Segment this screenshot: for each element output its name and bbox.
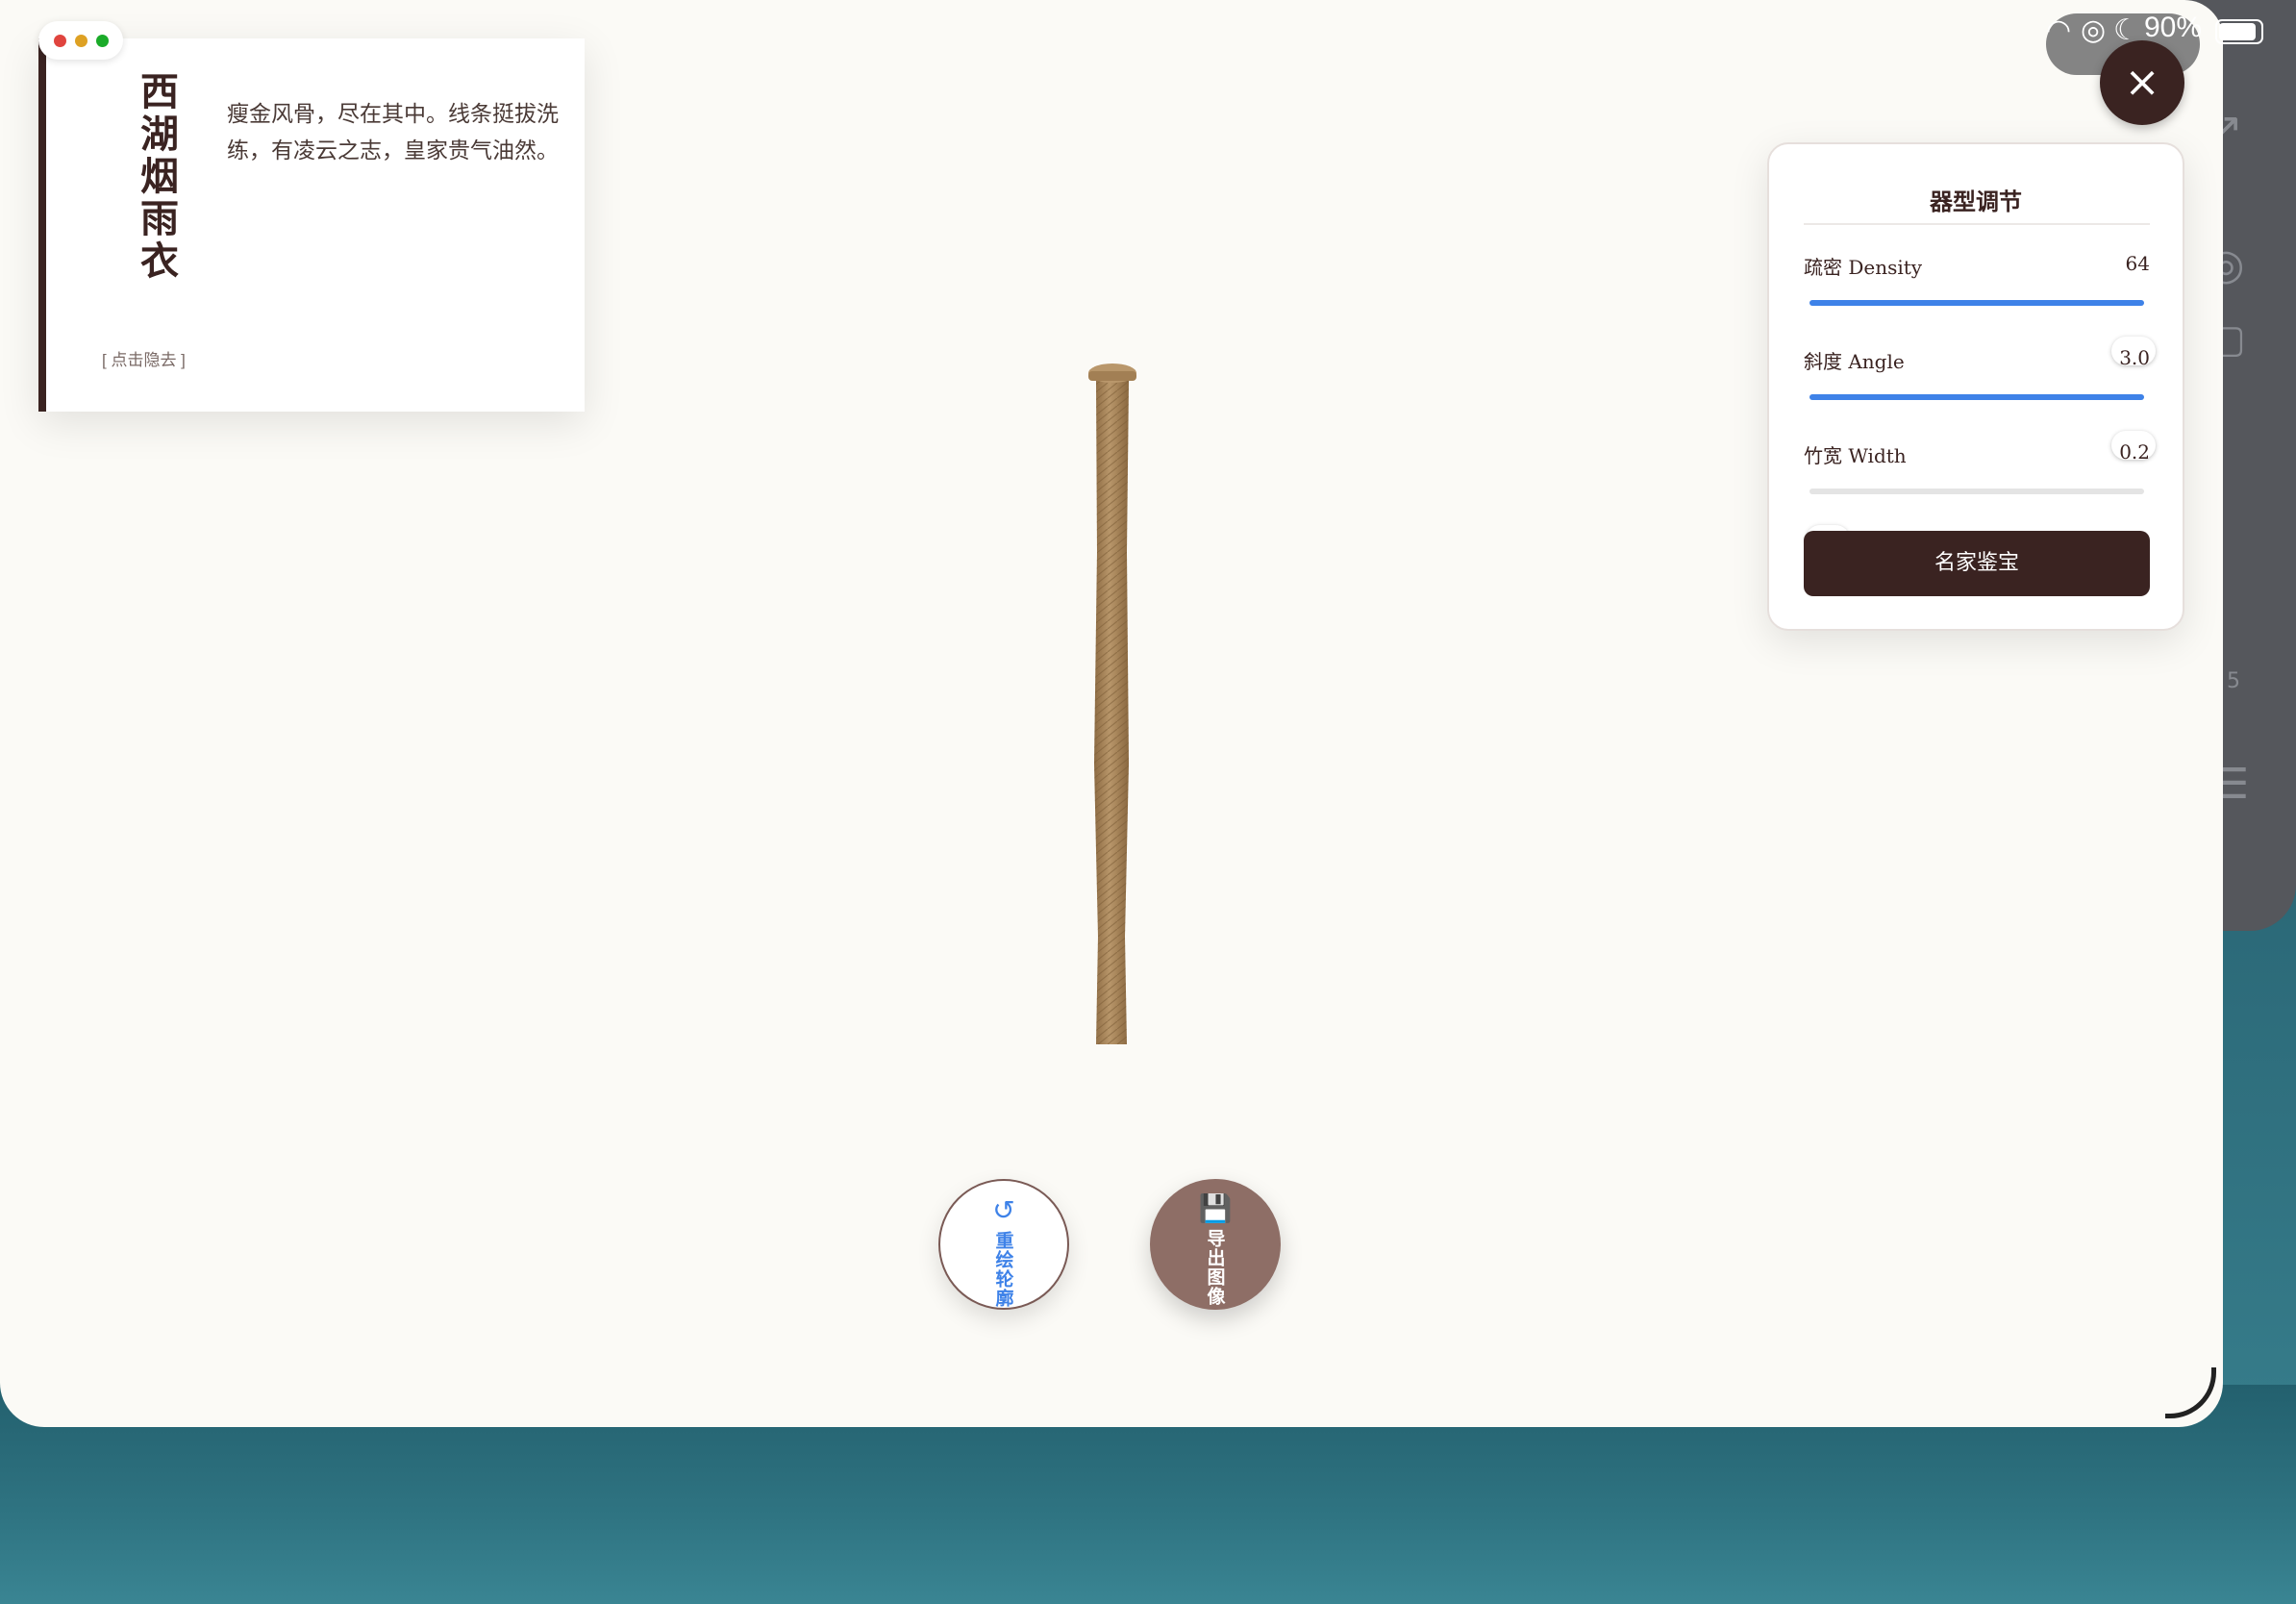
angle-label: 斜度 Angle bbox=[1804, 350, 1905, 373]
density-slider[interactable] bbox=[1809, 300, 2156, 365]
width-label: 竹宽 Width bbox=[1804, 444, 1907, 467]
density-slider-row: 疏密 Density 64 bbox=[1804, 252, 2156, 365]
intro-title: 西湖烟雨衣 bbox=[134, 71, 179, 283]
angle-value: 3.0 bbox=[2119, 346, 2150, 369]
density-label: 疏密 Density bbox=[1804, 256, 1923, 279]
intro-description: 瘦金风骨，尽在其中。线条挺拔洗练，有凌云之志，皇家贵气油然。 bbox=[227, 102, 559, 163]
resize-handle[interactable] bbox=[2165, 1367, 2216, 1418]
maximize-window-dot[interactable] bbox=[96, 35, 109, 47]
shape-adjust-panel: 器型调节 疏密 Density 64 斜度 Angle 3.0 竹宽 Width… bbox=[1767, 142, 2184, 631]
close-button[interactable]: × bbox=[2100, 40, 2184, 125]
wifi-icon: ◠ bbox=[2046, 13, 2072, 47]
redraw-outline-button[interactable]: ↺ 重绘轮廓 bbox=[938, 1179, 1069, 1310]
angle-slider[interactable] bbox=[1809, 394, 2156, 460]
lock-rotation-icon: ◎ bbox=[2081, 13, 2107, 47]
bamboo-stick-texture bbox=[1094, 381, 1129, 1044]
minimize-window-dot[interactable] bbox=[75, 35, 87, 47]
hide-intro-link[interactable]: [ 点击隐去 ] bbox=[102, 346, 186, 370]
bamboo-stick-cap-rim bbox=[1088, 371, 1136, 381]
export-image-button[interactable]: 💾 导出图像 bbox=[1150, 1179, 1281, 1310]
panel-title: 器型调节 bbox=[1930, 188, 2022, 215]
floppy-disk-icon: 💾 bbox=[1198, 1192, 1233, 1224]
angle-slider-row: 斜度 Angle 3.0 bbox=[1804, 346, 2156, 460]
width-value: 0.2 bbox=[2119, 440, 2150, 464]
refresh-icon: ↺ bbox=[992, 1194, 1015, 1226]
redraw-outline-label: 重绘轮廓 bbox=[992, 1231, 1014, 1308]
width-slider[interactable] bbox=[1806, 489, 2144, 554]
density-value: 64 bbox=[2125, 252, 2150, 275]
width-slider-row: 竹宽 Width 0.2 bbox=[1804, 440, 2150, 554]
background-app-mark: 5 bbox=[2227, 669, 2240, 693]
battery-percent: 90% bbox=[2144, 12, 2203, 43]
battery-icon bbox=[2215, 19, 2263, 44]
panel-divider bbox=[1804, 223, 2150, 225]
density-slider-fill bbox=[1809, 300, 2144, 306]
app-window: 西湖烟雨衣 瘦金风骨，尽在其中。线条挺拔洗练，有凌云之志，皇家贵气油然。 [ 点… bbox=[0, 0, 2223, 1427]
intro-card[interactable]: 西湖烟雨衣 瘦金风骨，尽在其中。线条挺拔洗练，有凌云之志，皇家贵气油然。 [ 点… bbox=[38, 38, 585, 412]
bamboo-model-view[interactable] bbox=[1088, 360, 1136, 1048]
close-window-dot[interactable] bbox=[54, 35, 66, 47]
export-image-label: 导出图像 bbox=[1204, 1229, 1226, 1306]
angle-slider-fill bbox=[1809, 394, 2144, 400]
window-controls bbox=[38, 21, 123, 60]
appraise-button[interactable]: 名家鉴宝 bbox=[1804, 531, 2150, 596]
